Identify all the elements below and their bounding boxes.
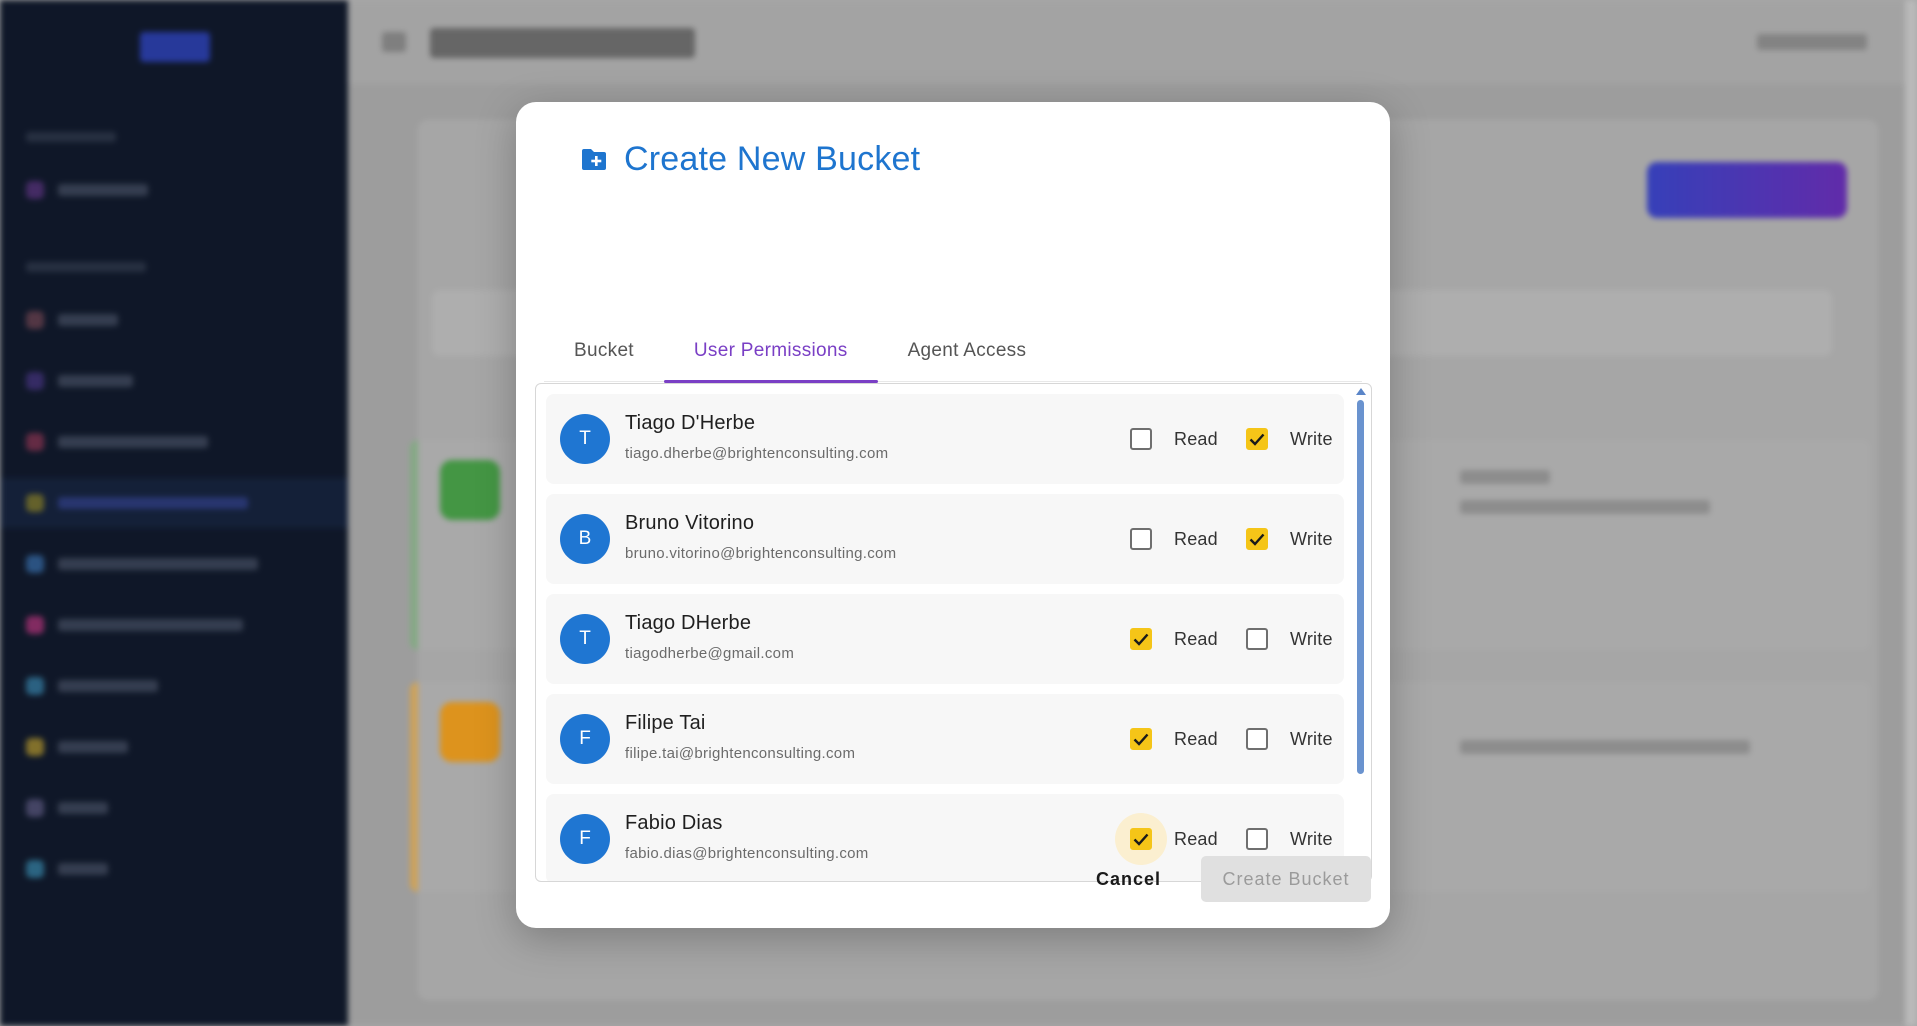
write-permission[interactable]: Write bbox=[1240, 622, 1333, 656]
read-permission[interactable]: Read bbox=[1124, 522, 1218, 556]
user-email: filipe.tai@brightenconsulting.com bbox=[625, 745, 856, 762]
dialog-header: Create New Bucket bbox=[580, 140, 920, 179]
user-row: T Tiago D'Herbe tiago.dherbe@brightencon… bbox=[546, 394, 1344, 484]
scrollbar-thumb[interactable] bbox=[1357, 400, 1364, 774]
dialog-actions: Cancel Create Bucket bbox=[1074, 856, 1371, 902]
read-checkbox[interactable] bbox=[1130, 528, 1152, 550]
scroll-up-arrow-icon[interactable] bbox=[1356, 388, 1366, 395]
tab-bucket[interactable]: Bucket bbox=[544, 320, 664, 382]
user-name: Tiago DHerbe bbox=[625, 612, 752, 634]
folder-plus-icon bbox=[580, 148, 608, 172]
create-bucket-dialog: Create New Bucket Bucket User Permission… bbox=[516, 102, 1390, 928]
tab-agent-access[interactable]: Agent Access bbox=[878, 320, 1057, 382]
avatar: F bbox=[560, 714, 610, 764]
create-bucket-button[interactable]: Create Bucket bbox=[1201, 856, 1371, 902]
avatar: T bbox=[560, 414, 610, 464]
write-label: Write bbox=[1290, 528, 1333, 549]
read-permission[interactable]: Read bbox=[1115, 813, 1218, 865]
dialog-title: Create New Bucket bbox=[624, 140, 921, 178]
read-label: Read bbox=[1174, 628, 1218, 649]
read-checkbox[interactable] bbox=[1130, 428, 1152, 450]
user-row: F Filipe Tai filipe.tai@brightenconsulti… bbox=[546, 694, 1344, 784]
write-checkbox[interactable] bbox=[1246, 628, 1268, 650]
write-permission[interactable]: Write bbox=[1240, 522, 1333, 556]
write-label: Write bbox=[1290, 428, 1333, 449]
write-label: Write bbox=[1290, 628, 1333, 649]
avatar: T bbox=[560, 614, 610, 664]
user-email: tiagodherbe@gmail.com bbox=[625, 645, 795, 662]
read-permission[interactable]: Read bbox=[1124, 422, 1218, 456]
write-permission[interactable]: Write bbox=[1240, 722, 1333, 756]
write-checkbox[interactable] bbox=[1246, 828, 1268, 850]
user-name: Fabio Dias bbox=[625, 812, 723, 834]
read-label: Read bbox=[1174, 828, 1218, 849]
user-row: B Bruno Vitorino bruno.vitorino@brighten… bbox=[546, 494, 1344, 584]
read-permission[interactable]: Read bbox=[1124, 622, 1218, 656]
user-email: fabio.dias@brightenconsulting.com bbox=[625, 845, 869, 862]
read-label: Read bbox=[1174, 728, 1218, 749]
user-name: Bruno Vitorino bbox=[625, 512, 755, 534]
cancel-button[interactable]: Cancel bbox=[1074, 857, 1183, 902]
list-scrollbar[interactable] bbox=[1354, 384, 1368, 881]
write-label: Write bbox=[1290, 728, 1333, 749]
write-checkbox[interactable] bbox=[1246, 428, 1268, 450]
user-row: T Tiago DHerbe tiagodherbe@gmail.com Rea… bbox=[546, 594, 1344, 684]
user-name: Tiago D'Herbe bbox=[625, 412, 756, 434]
read-label: Read bbox=[1174, 528, 1218, 549]
read-label: Read bbox=[1174, 428, 1218, 449]
avatar: B bbox=[560, 514, 610, 564]
user-email: bruno.vitorino@brightenconsulting.com bbox=[625, 545, 897, 562]
read-checkbox[interactable] bbox=[1130, 628, 1152, 650]
user-permissions-list: T Tiago D'Herbe tiago.dherbe@brightencon… bbox=[535, 383, 1372, 882]
avatar: F bbox=[560, 814, 610, 864]
read-checkbox[interactable] bbox=[1130, 728, 1152, 750]
user-name: Filipe Tai bbox=[625, 712, 706, 734]
write-checkbox[interactable] bbox=[1246, 528, 1268, 550]
read-checkbox[interactable] bbox=[1130, 828, 1152, 850]
write-permission[interactable]: Write bbox=[1240, 822, 1333, 856]
write-checkbox[interactable] bbox=[1246, 728, 1268, 750]
read-permission[interactable]: Read bbox=[1124, 722, 1218, 756]
user-email: tiago.dherbe@brightenconsulting.com bbox=[625, 445, 889, 462]
write-label: Write bbox=[1290, 828, 1333, 849]
dialog-tabs: Bucket User Permissions Agent Access bbox=[544, 320, 1362, 383]
tab-user-permissions[interactable]: User Permissions bbox=[663, 320, 878, 383]
write-permission[interactable]: Write bbox=[1240, 422, 1333, 456]
